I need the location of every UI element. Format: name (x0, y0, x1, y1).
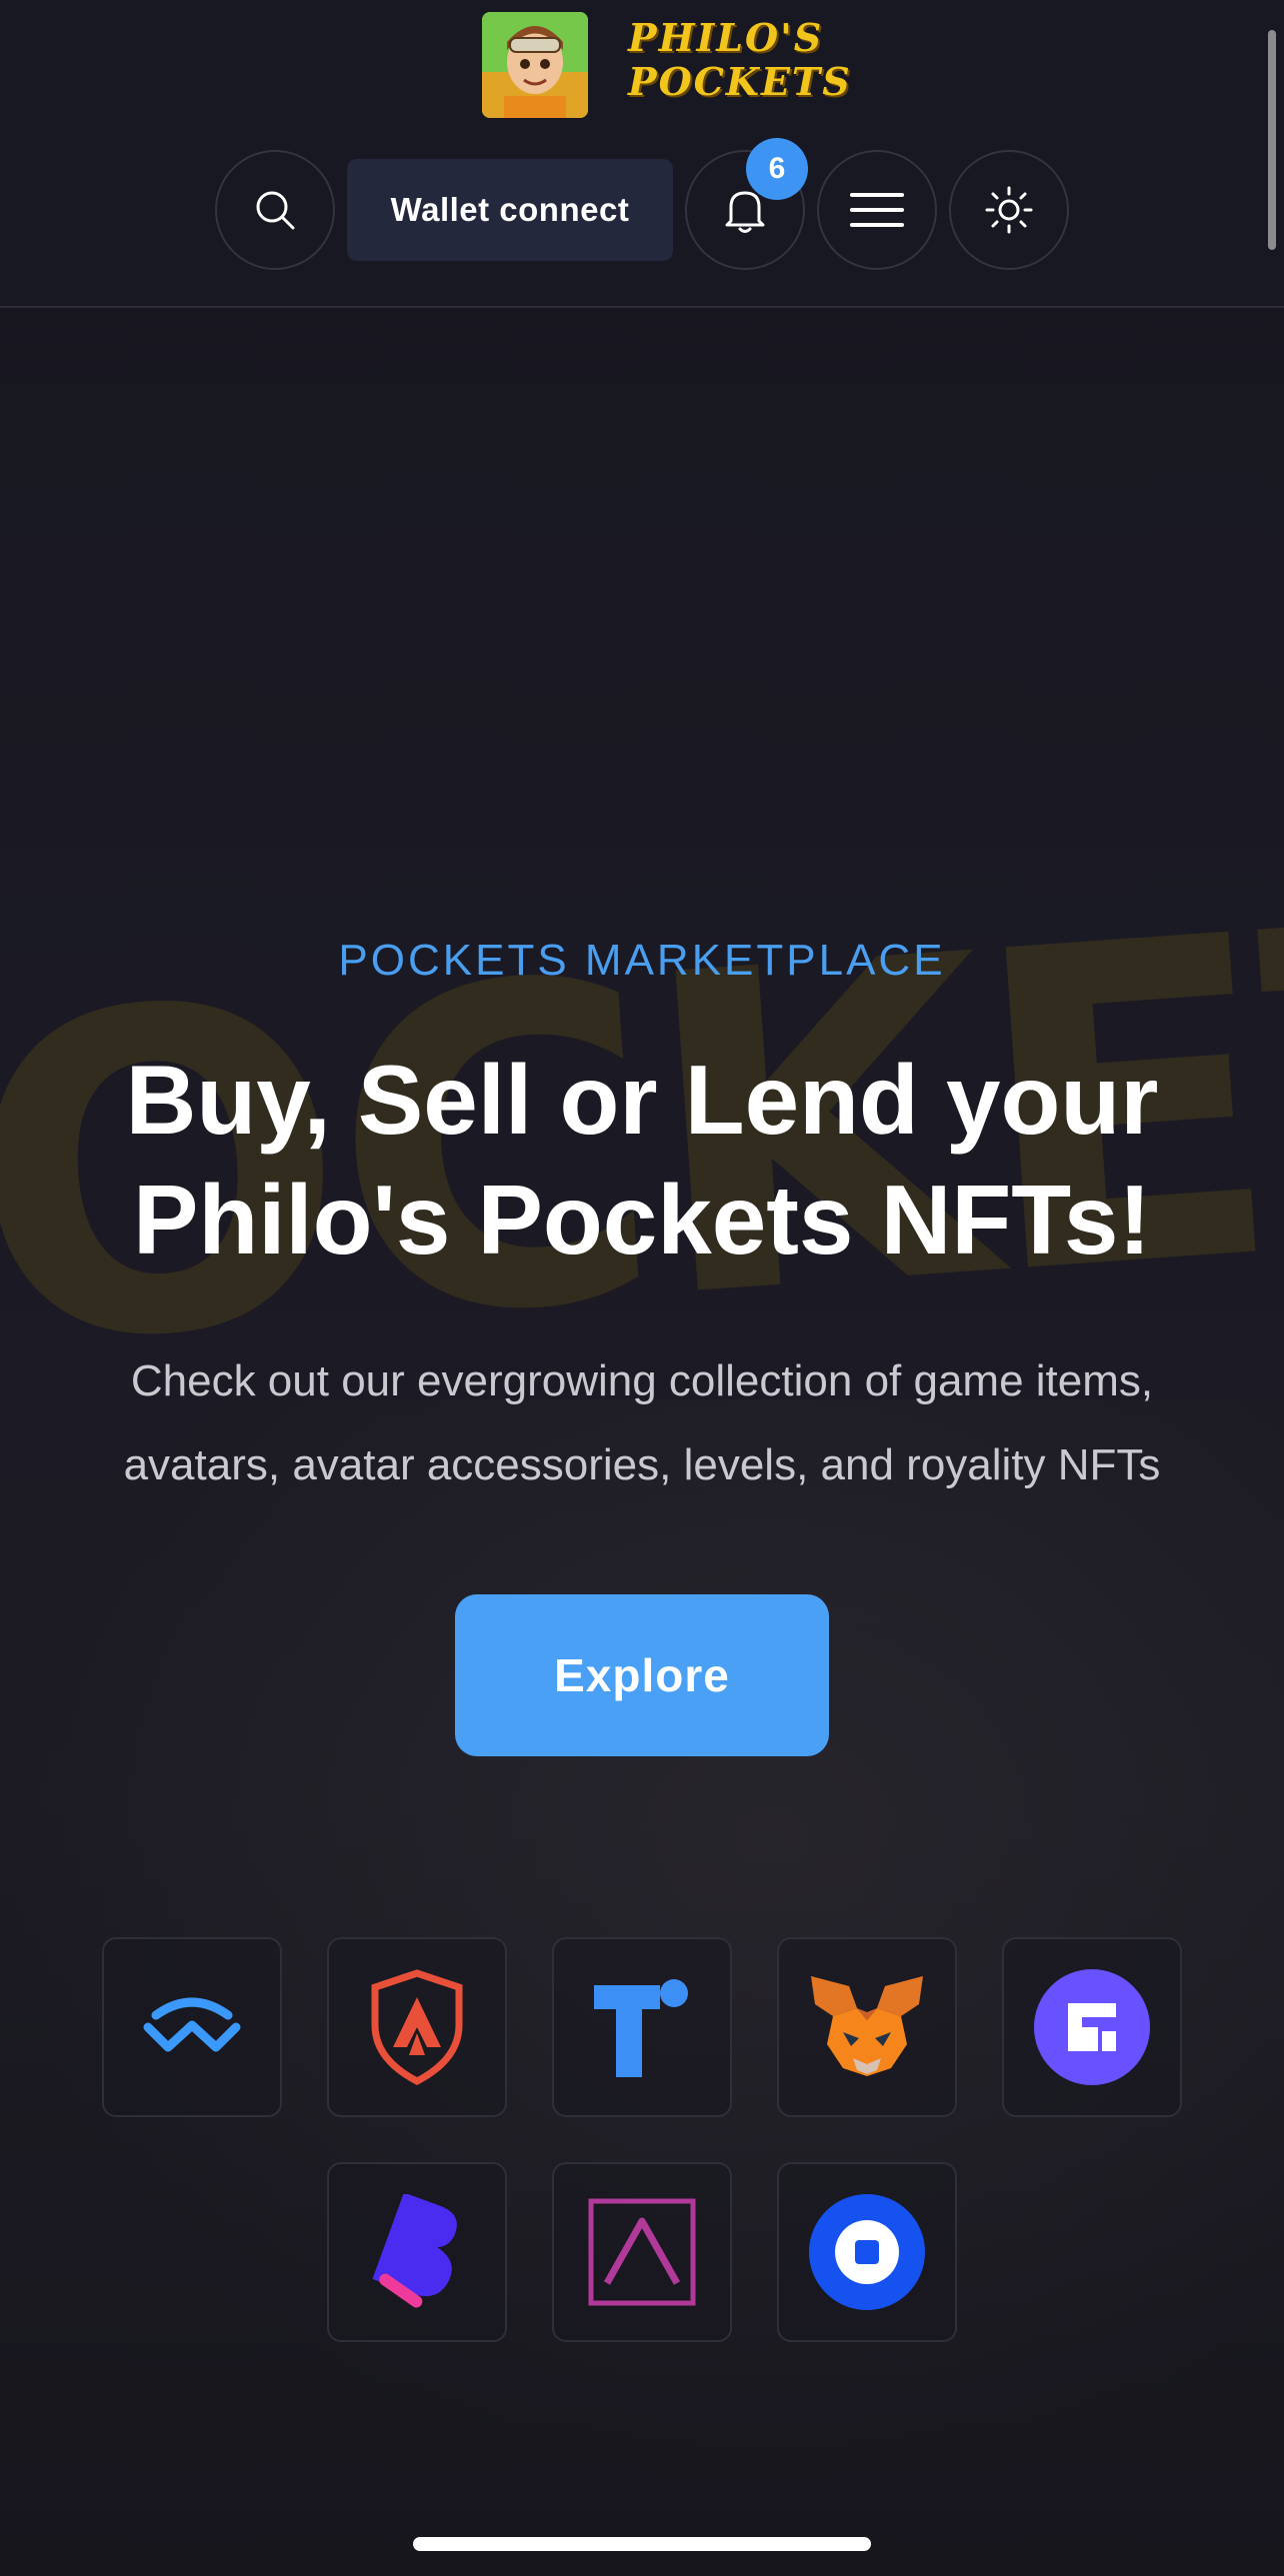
hero-subtitle-line2: avatars, avatar accessories, levels, and… (123, 1440, 1161, 1489)
header-actions: Wallet connect 6 (0, 138, 1284, 270)
wallet-tile-arkane[interactable] (552, 2162, 732, 2342)
hero-subtitle: Check out our evergrowing collection of … (60, 1339, 1224, 1507)
brand-wordmark-line1: PHILO'S (628, 15, 824, 60)
notification-count-badge: 6 (746, 138, 808, 200)
avalanche-shield-icon (371, 1969, 463, 2085)
wallet-connect-button[interactable]: Wallet connect (347, 159, 673, 261)
trust-t-icon (594, 1979, 688, 2077)
wallet-tile-walletconnect[interactable] (102, 1937, 282, 2117)
brand-wordmark: PHILO'S POCKETS (628, 15, 852, 104)
home-indicator (413, 2537, 871, 2551)
coinbase-icon (809, 2194, 925, 2310)
hamburger-menu-icon (850, 193, 904, 227)
metamask-fox-icon (811, 1976, 923, 2076)
scrollbar[interactable] (1268, 30, 1276, 250)
hero-subtitle-line1: Check out our evergrowing collection of … (130, 1356, 1154, 1405)
wallet-tile-avalanche[interactable] (327, 1937, 507, 2117)
menu-button[interactable] (817, 150, 937, 270)
wallet-tile-bitski[interactable] (327, 2162, 507, 2342)
fortmatic-icon (1034, 1969, 1150, 2085)
bitski-b-icon (372, 2194, 457, 2308)
philo-avatar-logo (482, 12, 588, 118)
sun-icon (985, 186, 1033, 234)
hero-headline-line1: Buy, Sell or Lend your (125, 1045, 1159, 1155)
arkane-a-icon (588, 2198, 696, 2306)
hero-eyebrow: POCKETS MARKETPLACE (338, 936, 946, 985)
wallet-tile-fortmatic[interactable] (1002, 1937, 1182, 2117)
brand-logo[interactable]: PHILO'S POCKETS (482, 10, 850, 120)
brand-wordmark-line2: POCKETS (628, 59, 852, 104)
search-button[interactable] (215, 150, 335, 270)
site-header: PHILO'S POCKETS Wallet connect 6 (0, 0, 1284, 308)
wallet-tile-coinbase[interactable] (777, 2162, 957, 2342)
wallet-tile-trust[interactable] (552, 1937, 732, 2117)
wallet-tile-metamask[interactable] (777, 1937, 957, 2117)
theme-toggle-button[interactable] (949, 150, 1069, 270)
explore-button[interactable]: Explore (455, 1594, 829, 1756)
walletconnect-icon (143, 1997, 241, 2052)
page: OCKETS PHILO'S POCKETS Wallet connect 6 … (0, 0, 1284, 2576)
search-icon (256, 191, 295, 230)
hero-headline-line2: Philo's Pockets NFTs! (132, 1165, 1152, 1275)
hero-headline: Buy, Sell or Lend your Philo's Pockets N… (60, 1040, 1224, 1280)
